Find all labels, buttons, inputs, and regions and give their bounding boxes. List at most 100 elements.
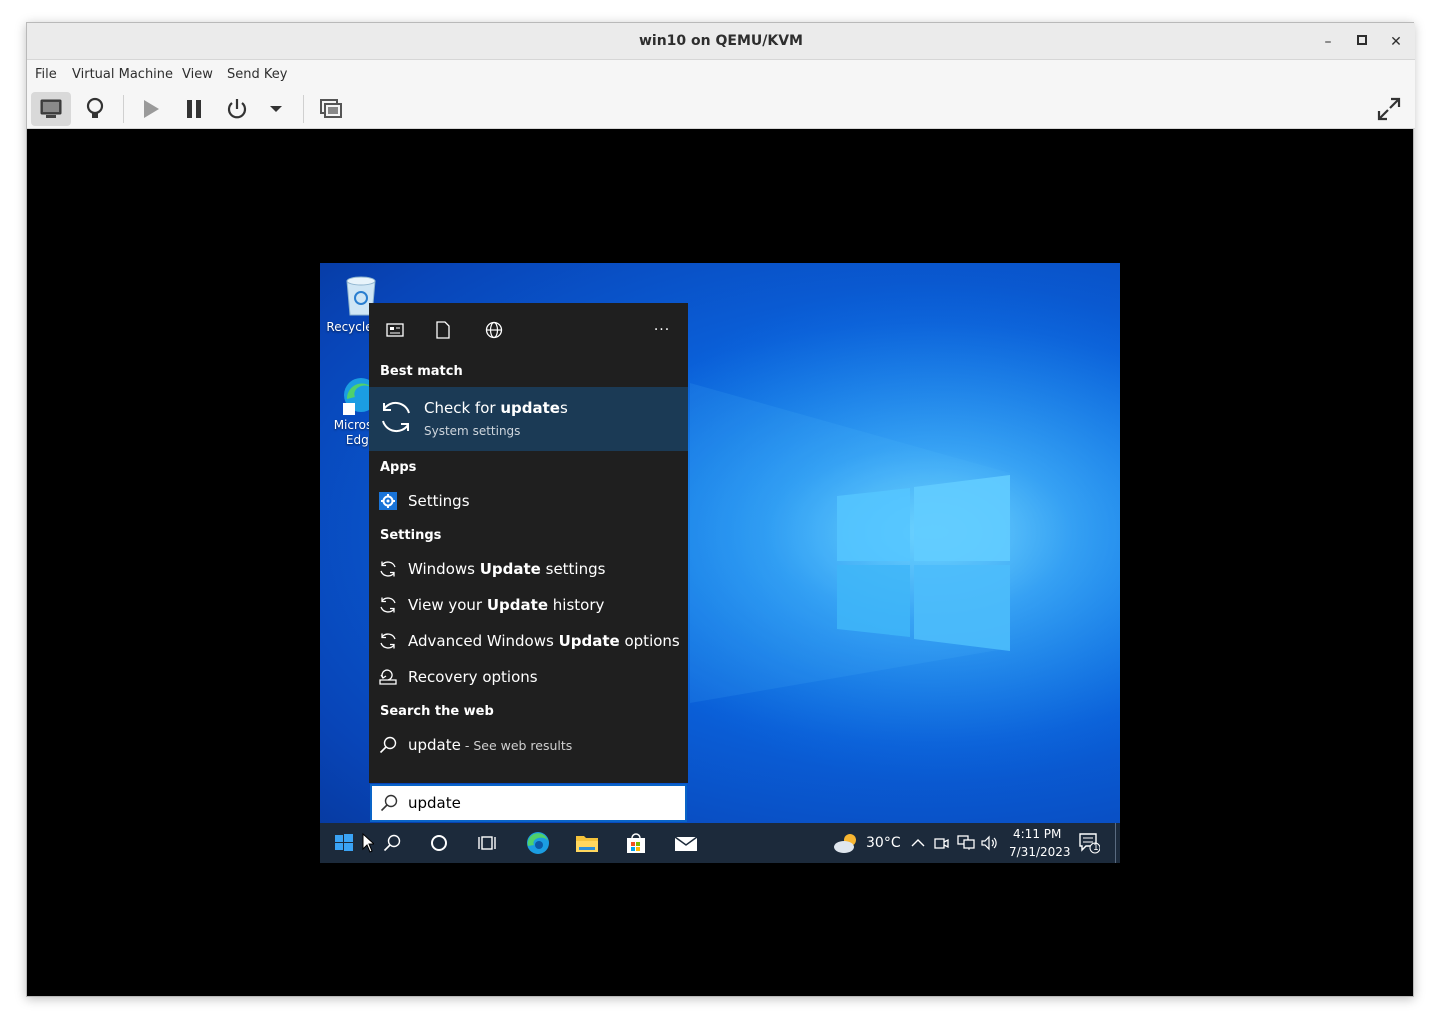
maximize-icon: [1357, 35, 1367, 45]
sync-icon: [382, 401, 410, 433]
clock-date[interactable]: 7/31/2023: [1009, 845, 1071, 859]
settings-app-icon-wrap: [378, 491, 398, 511]
search-icon: [379, 736, 397, 754]
setting-result-label: View your Update history: [408, 596, 605, 614]
setting-result-advanced-update-options[interactable]: Advanced Windows Update options: [369, 624, 688, 658]
cortana-circle-icon: [431, 835, 447, 851]
toolbar-separator: [123, 95, 124, 123]
details-button[interactable]: [75, 92, 115, 126]
taskbar-edge-button[interactable]: [525, 831, 551, 855]
setting-result-update-history[interactable]: View your Update history: [369, 588, 688, 622]
apps-filter-button[interactable]: [385, 320, 405, 340]
apps-header: Apps: [380, 460, 417, 475]
minimize-button[interactable]: –: [1317, 31, 1339, 53]
settings-header: Settings: [380, 528, 442, 543]
task-view-button[interactable]: [475, 831, 501, 855]
cortana-button[interactable]: [426, 831, 452, 855]
run-icon: [144, 100, 159, 118]
details-bulb-icon: [86, 97, 104, 118]
shutdown-button[interactable]: [217, 92, 257, 126]
setting-result-windows-update-settings[interactable]: Windows Update settings: [369, 552, 688, 586]
toolbar: [27, 89, 1415, 129]
vm-viewer-window: win10 on QEMU/KVM – ✕ File Virtual Machi…: [26, 22, 1415, 997]
search-input[interactable]: [408, 792, 668, 814]
apps-filter-icon: [386, 323, 404, 337]
volume-button[interactable]: [980, 831, 1000, 855]
show-desktop-divider[interactable]: [1115, 823, 1116, 863]
mouse-cursor-icon: [362, 833, 374, 853]
console-icon: [40, 99, 62, 118]
window-title: win10 on QEMU/KVM: [638, 33, 803, 49]
action-center-button[interactable]: 1: [1076, 831, 1102, 855]
setting-icon-wrap: [378, 667, 398, 687]
best-match-header: Best match: [380, 364, 463, 379]
setting-icon-wrap: [378, 595, 398, 615]
notification-count: 1: [1093, 843, 1099, 853]
taskbar: 30°C 4:11 PM 7/31/2023 1: [320, 823, 1120, 863]
taskbar-file-explorer-button[interactable]: [574, 831, 600, 855]
setting-icon-wrap: [378, 559, 398, 579]
web-filter-icon: [485, 321, 503, 339]
console-button[interactable]: [31, 92, 71, 126]
pause-icon: [187, 100, 201, 118]
sync-icon: [380, 597, 396, 613]
setting-icon-wrap: [378, 631, 398, 651]
speaker-icon: [981, 835, 997, 851]
start-button[interactable]: [331, 831, 357, 855]
best-match-check-for-updates[interactable]: Check for updates System settings: [369, 387, 688, 451]
app-result-settings[interactable]: Settings: [369, 484, 688, 518]
task-view-icon: [478, 836, 496, 850]
menu-view[interactable]: View: [182, 67, 213, 82]
close-button[interactable]: ✕: [1385, 31, 1407, 53]
app-result-label: Settings: [408, 492, 470, 510]
search-icon: [383, 834, 401, 852]
sync-icon: [380, 561, 396, 577]
setting-result-label: Advanced Windows Update options: [408, 632, 680, 650]
documents-filter-button[interactable]: [433, 320, 453, 340]
weather-widget[interactable]: [832, 831, 860, 855]
setting-result-label: Windows Update settings: [408, 560, 606, 578]
show-hidden-icons-button[interactable]: [909, 831, 927, 855]
menu-virtual-machine[interactable]: Virtual Machine: [72, 67, 173, 82]
snapshots-icon: [320, 99, 342, 118]
shutdown-dropdown-button[interactable]: [256, 92, 296, 126]
partly-cloudy-icon: [834, 834, 856, 853]
web-result-label: update - See web results: [408, 736, 573, 754]
folder-icon: [576, 836, 598, 852]
taskbar-search-button[interactable]: [379, 831, 405, 855]
fullscreen-button[interactable]: [1369, 92, 1409, 126]
setting-result-recovery-options[interactable]: Recovery options: [369, 660, 688, 694]
web-result-update[interactable]: update - See web results: [369, 728, 688, 762]
power-icon: [227, 99, 247, 119]
setting-result-label: Recovery options: [408, 668, 538, 686]
best-match-subtitle: System settings: [424, 424, 521, 438]
more-options-button[interactable]: ···: [652, 320, 672, 340]
chevron-up-icon: [911, 839, 925, 847]
weather-temperature[interactable]: 30°C: [866, 835, 901, 851]
windows-logo-icon: [335, 834, 353, 851]
clock-time[interactable]: 4:11 PM: [1013, 827, 1061, 841]
snapshots-button[interactable]: [311, 92, 351, 126]
power-dropdown-icon: [270, 106, 282, 112]
search-icon: [380, 794, 398, 812]
search-filter-bar: ···: [369, 303, 688, 357]
taskbar-search-box[interactable]: [370, 784, 687, 822]
documents-filter-icon: [436, 321, 450, 339]
menu-file[interactable]: File: [35, 67, 57, 82]
title-bar[interactable]: win10 on QEMU/KVM – ✕: [27, 23, 1415, 60]
taskbar-mail-button[interactable]: [673, 831, 699, 855]
taskbar-store-button[interactable]: [623, 831, 649, 855]
pause-button[interactable]: [174, 92, 214, 126]
network-icon: [957, 835, 975, 850]
run-button[interactable]: [131, 92, 171, 126]
menu-send-key[interactable]: Send Key: [227, 67, 287, 82]
guest-display[interactable]: Recycle Bin Microsoft Edge ··· Best matc…: [320, 263, 1120, 863]
best-match-title: Check for updates: [424, 399, 568, 417]
meet-now-icon: [934, 838, 949, 849]
network-button[interactable]: [956, 831, 976, 855]
meet-now-button[interactable]: [932, 831, 950, 855]
more-options-icon: ···: [653, 322, 671, 338]
maximize-button[interactable]: [1351, 31, 1373, 53]
recovery-icon: [379, 669, 397, 685]
web-filter-button[interactable]: [484, 320, 504, 340]
